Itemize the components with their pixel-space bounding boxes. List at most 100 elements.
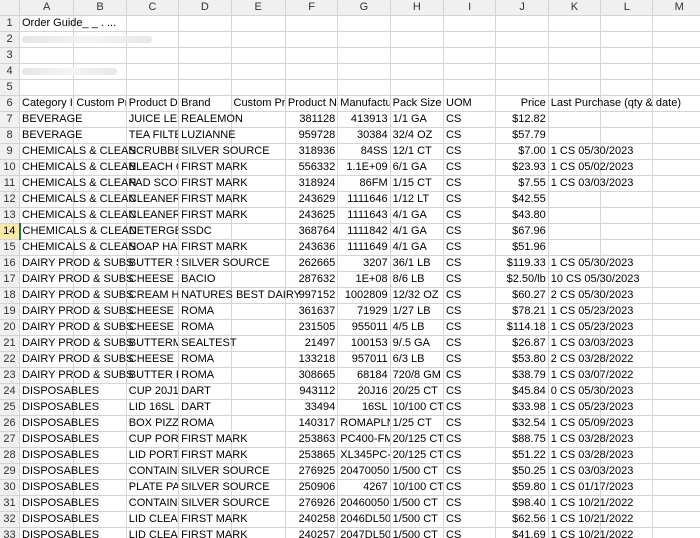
cell[interactable]: PAD SCOU <box>126 175 180 192</box>
cell[interactable]: ROMA <box>178 367 232 384</box>
row-header[interactable]: 4 <box>0 63 20 80</box>
cell[interactable]: CLEANER ( <box>126 191 180 208</box>
cell[interactable]: 1111646 <box>337 191 391 208</box>
cell[interactable]: 1/500 CT <box>390 463 445 480</box>
cell[interactable] <box>285 31 339 48</box>
cell[interactable]: CS <box>443 287 497 304</box>
cell[interactable]: FIRST MARK <box>178 175 248 192</box>
cell[interactable]: 1111842 <box>337 223 391 240</box>
cell[interactable]: DAIRY PROD & SUBS <box>19 367 133 384</box>
cell[interactable] <box>231 399 286 416</box>
cell[interactable]: Custom Pr <box>73 95 127 112</box>
cell[interactable] <box>390 79 445 96</box>
cell[interactable] <box>652 399 700 416</box>
row-header[interactable]: 11 <box>0 175 20 192</box>
cell[interactable] <box>178 79 232 96</box>
cell[interactable]: 253863 <box>285 431 339 448</box>
cell[interactable]: 20470050C <box>337 463 391 480</box>
cell[interactable] <box>73 79 127 96</box>
cell[interactable] <box>443 79 497 96</box>
cell[interactable]: CS <box>443 495 497 512</box>
row-header[interactable]: 2 <box>0 31 20 48</box>
cell[interactable]: Pack Size <box>390 95 445 112</box>
row-header[interactable]: 33 <box>0 527 20 538</box>
cell[interactable]: CS <box>443 239 497 256</box>
row-header[interactable]: 5 <box>0 79 20 96</box>
cell[interactable] <box>652 111 700 128</box>
cell[interactable]: Price <box>495 95 549 112</box>
cell[interactable]: 1.1E+09 <box>337 159 391 176</box>
cell[interactable]: 240258 <box>285 511 339 528</box>
cell[interactable] <box>231 79 286 96</box>
row-header[interactable]: 32 <box>0 511 20 528</box>
cell[interactable] <box>231 63 286 80</box>
cell[interactable] <box>652 255 700 272</box>
cell[interactable] <box>652 79 700 96</box>
cell[interactable] <box>231 303 286 320</box>
cell[interactable]: CS <box>443 383 497 400</box>
cell[interactable]: PLATE PAF <box>126 479 180 496</box>
cell[interactable]: 4/1 GA <box>390 239 445 256</box>
cell[interactable]: 243636 <box>285 239 339 256</box>
cell[interactable] <box>652 447 700 464</box>
column-header[interactable]: D <box>178 0 232 16</box>
cell[interactable]: DAIRY PROD & SUBS <box>19 255 133 272</box>
cell[interactable]: 1/27 LB <box>390 303 445 320</box>
cell[interactable] <box>652 223 700 240</box>
cell[interactable] <box>652 527 700 538</box>
cell[interactable]: $59.80 <box>495 479 549 496</box>
cell[interactable]: BEVERAGE <box>19 127 83 144</box>
row-header[interactable]: 31 <box>0 495 20 512</box>
cell[interactable]: DAIRY PROD & SUBS <box>19 271 133 288</box>
cell[interactable]: 368764 <box>285 223 339 240</box>
cell[interactable]: 1/15 CT <box>390 175 445 192</box>
cell[interactable] <box>652 335 700 352</box>
cell[interactable]: CHEESE PE <box>126 319 180 336</box>
cell[interactable]: 3207 <box>337 255 391 272</box>
cell[interactable]: $45.84 <box>495 383 549 400</box>
cell[interactable] <box>495 47 549 64</box>
cell[interactable] <box>285 47 339 64</box>
cell[interactable]: 1 CS 03/03/2023 <box>548 175 633 192</box>
cell[interactable]: JUICE LEM <box>126 111 180 128</box>
column-header[interactable]: G <box>337 0 391 16</box>
row-header[interactable]: 28 <box>0 447 20 464</box>
cell[interactable]: DISPOSABLES <box>19 415 99 432</box>
cell[interactable]: CS <box>443 399 497 416</box>
cell[interactable] <box>231 383 286 400</box>
cell[interactable]: CS <box>443 127 497 144</box>
row-header[interactable]: 26 <box>0 415 20 432</box>
cell[interactable]: $33.98 <box>495 399 549 416</box>
row-header[interactable]: 16 <box>0 255 20 272</box>
cell[interactable]: 68184 <box>337 367 391 384</box>
cell[interactable] <box>178 63 232 80</box>
row-header[interactable]: 30 <box>0 479 20 496</box>
cell[interactable]: DAIRY PROD & SUBS <box>19 335 133 352</box>
cell[interactable]: $60.27 <box>495 287 549 304</box>
cell[interactable]: FIRST MARK <box>178 447 248 464</box>
cell[interactable]: FIRST MARK <box>178 191 248 208</box>
cell[interactable]: 1/12 LT <box>390 191 445 208</box>
cell[interactable]: FIRST MARK <box>178 159 248 176</box>
select-all-corner[interactable] <box>0 0 20 16</box>
row-header[interactable]: 22 <box>0 351 20 368</box>
cell[interactable] <box>600 111 654 128</box>
cell[interactable]: LID 16SL S <box>126 399 180 416</box>
cell[interactable]: 308665 <box>285 367 339 384</box>
cell[interactable] <box>126 79 180 96</box>
cell[interactable]: 720/8 GM <box>390 367 445 384</box>
column-header[interactable]: A <box>19 0 75 16</box>
cell[interactable]: Category I <box>19 95 75 112</box>
cell[interactable]: 361637 <box>285 303 339 320</box>
cell[interactable] <box>285 79 339 96</box>
cell[interactable]: 133218 <box>285 351 339 368</box>
cell[interactable]: Product N <box>285 95 339 112</box>
cell[interactable] <box>652 47 700 64</box>
cell[interactable]: BLEACH GI <box>126 159 180 176</box>
cell[interactable]: 33494 <box>285 399 339 416</box>
cell[interactable]: 20J16 <box>337 383 391 400</box>
cell[interactable]: $7.00 <box>495 143 549 160</box>
cell[interactable]: LID CLEAR <box>126 527 180 538</box>
cell[interactable]: 943112 <box>285 383 339 400</box>
cell[interactable]: CHEMICALS & CLEAN <box>19 159 136 176</box>
